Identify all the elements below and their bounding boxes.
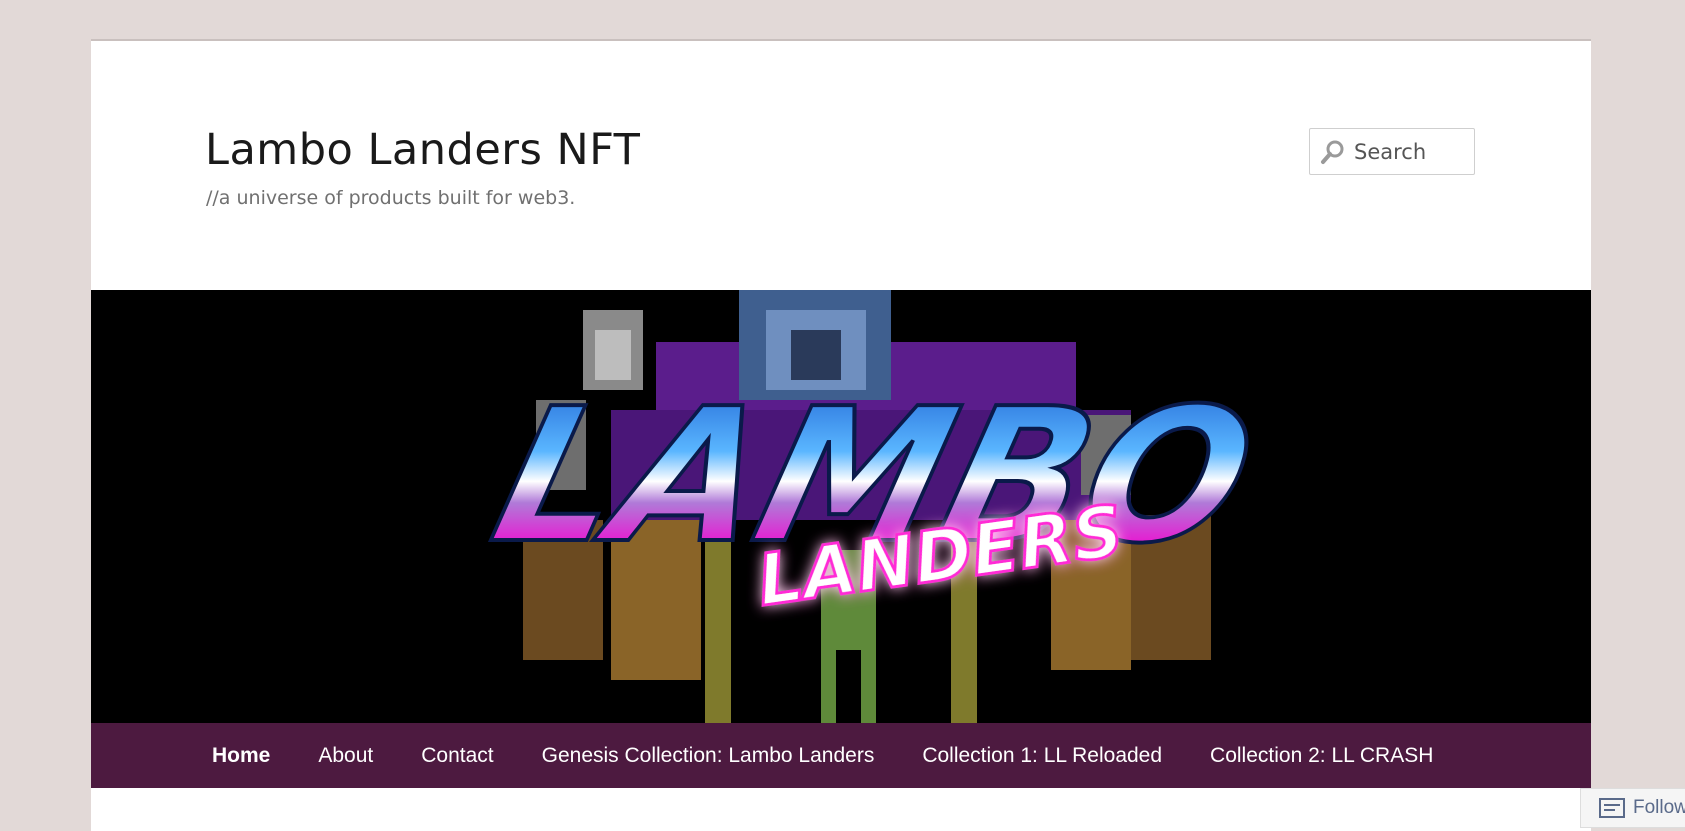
- page-container: Lambo Landers NFT //a universe of produc…: [91, 39, 1591, 831]
- site-tagline: //a universe of products built for web3.: [206, 187, 576, 209]
- follow-button[interactable]: Follow: [1580, 788, 1685, 828]
- header-banner-image: LAMBO LANDERS: [91, 290, 1591, 723]
- follow-icon: [1599, 798, 1625, 818]
- nav-item-collection-1[interactable]: Collection 1: LL Reloaded: [922, 744, 1162, 768]
- search-input[interactable]: [1354, 139, 1464, 164]
- search-icon: [1321, 140, 1344, 164]
- nav-item-about[interactable]: About: [318, 744, 373, 768]
- search-box[interactable]: [1309, 128, 1475, 175]
- nav-item-contact[interactable]: Contact: [421, 744, 493, 768]
- nav-item-home[interactable]: Home: [212, 744, 270, 768]
- follow-label: Follow: [1633, 797, 1685, 818]
- nav-item-genesis-collection[interactable]: Genesis Collection: Lambo Landers: [542, 744, 875, 768]
- nav-item-collection-2[interactable]: Collection 2: LL CRASH: [1210, 744, 1433, 768]
- main-navigation: Home About Contact Genesis Collection: L…: [91, 723, 1591, 788]
- site-title[interactable]: Lambo Landers NFT: [205, 125, 640, 175]
